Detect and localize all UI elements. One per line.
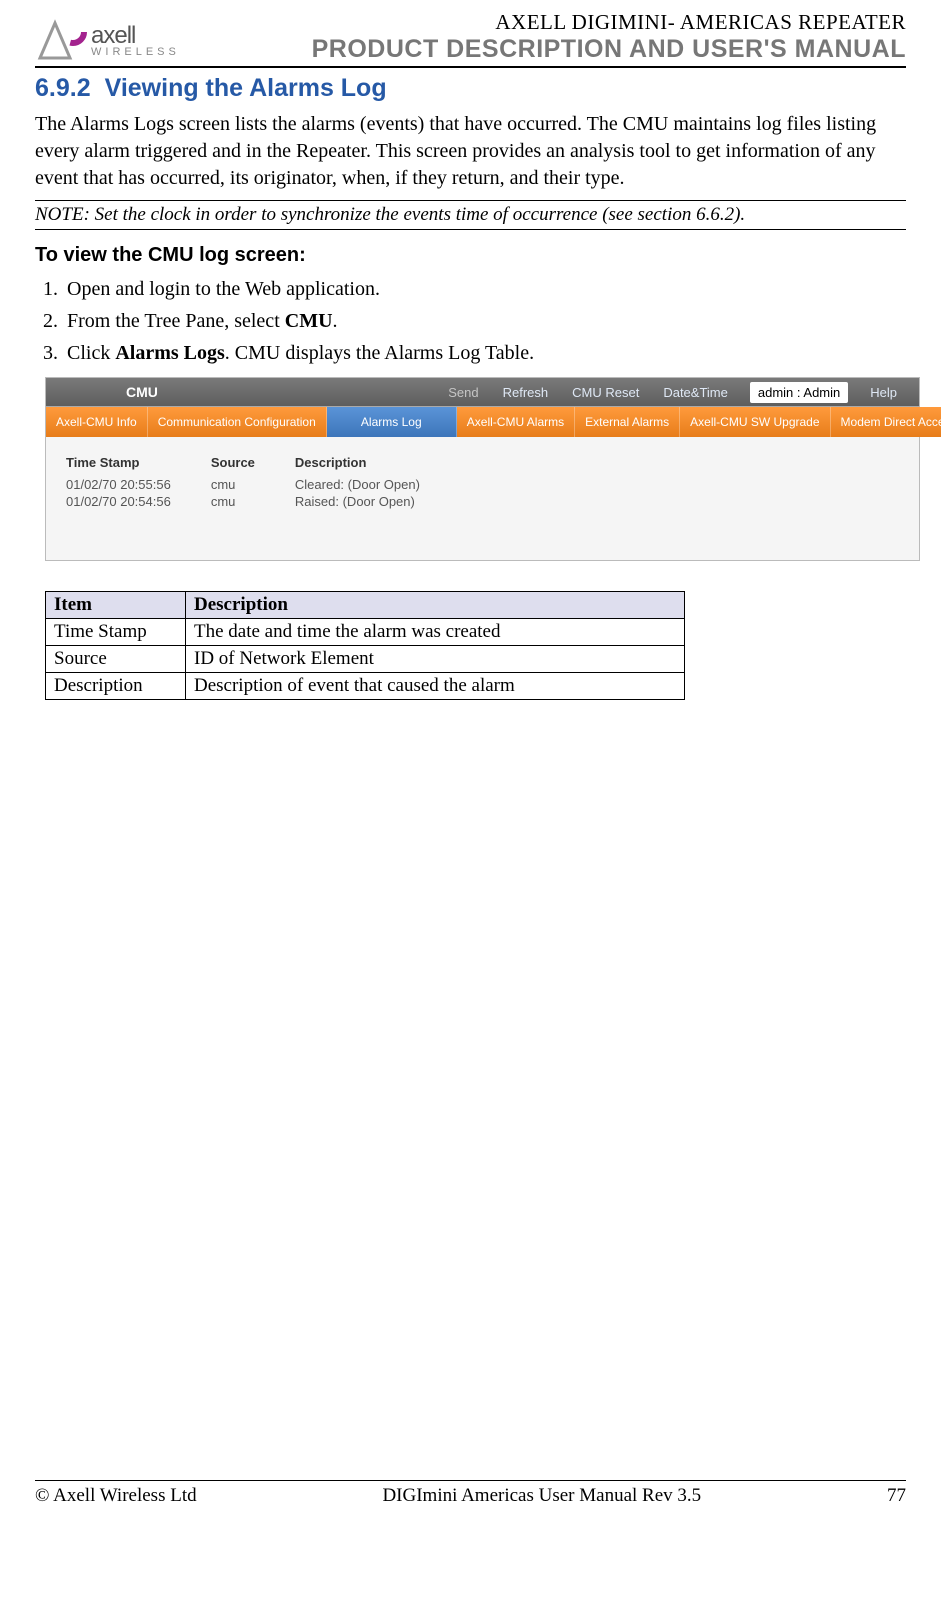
doc-supertitle: AXELL DIGIMINI- AMERICAS REPEATER <box>200 10 906 35</box>
shot-topbar: CMU Send Refresh CMU Reset Date&Time adm… <box>46 378 919 406</box>
col-source: Source <box>211 453 295 476</box>
alarms-table: Time Stamp Source Description 01/02/70 2… <box>66 453 460 510</box>
tab-comm-config[interactable]: Communication Configuration <box>148 407 327 437</box>
section-heading: 6.9.2 Viewing the Alarms Log <box>35 74 906 103</box>
shot-body: Time Stamp Source Description 01/02/70 2… <box>46 437 919 560</box>
logo: axell WIRELESS <box>35 18 180 64</box>
col-description: Description <box>295 453 460 476</box>
tab-alarms-log[interactable]: Alarms Log <box>327 407 457 437</box>
shot-tabs: Axell-CMU Info Communication Configurati… <box>46 406 919 437</box>
table-row: Time Stamp The date and time the alarm w… <box>46 619 685 646</box>
topbar-user: admin : Admin <box>750 382 848 403</box>
topbar-link-refresh[interactable]: Refresh <box>503 385 549 400</box>
section-intro: The Alarms Logs screen lists the alarms … <box>35 111 906 192</box>
step-item: Click Alarms Logs. CMU displays the Alar… <box>63 339 906 367</box>
logo-subtext: WIRELESS <box>91 46 180 58</box>
footer-right: 77 <box>887 1485 906 1507</box>
tab-external-alarms[interactable]: External Alarms <box>575 407 680 437</box>
topbar-link-send[interactable]: Send <box>448 385 478 400</box>
header-rule <box>35 66 906 68</box>
tab-sw-upgrade[interactable]: Axell-CMU SW Upgrade <box>680 407 830 437</box>
embedded-screenshot: CMU Send Refresh CMU Reset Date&Time adm… <box>45 377 920 561</box>
tab-cmu-alarms[interactable]: Axell-CMU Alarms <box>457 407 575 437</box>
description-table: Item Description Time Stamp The date and… <box>45 591 685 700</box>
section-title: Viewing the Alarms Log <box>105 74 387 102</box>
topbar-link-datetime[interactable]: Date&Time <box>663 385 728 400</box>
table-row: 01/02/70 20:55:56 cmu Cleared: (Door Ope… <box>66 476 460 493</box>
logo-icon <box>35 18 89 64</box>
footer-left: © Axell Wireless Ltd <box>35 1485 197 1507</box>
step-item: From the Tree Pane, select CMU. <box>63 307 906 335</box>
steps-list: Open and login to the Web application. F… <box>35 275 906 367</box>
col-timestamp: Time Stamp <box>66 453 211 476</box>
topbar-link-reset[interactable]: CMU Reset <box>572 385 639 400</box>
desc-header-item: Item <box>46 592 186 619</box>
section-number: 6.9.2 <box>35 74 91 102</box>
step-item: Open and login to the Web application. <box>63 275 906 303</box>
desc-header-description: Description <box>186 592 685 619</box>
note-box: NOTE: Set the clock in order to synchron… <box>35 200 906 230</box>
page-footer: © Axell Wireless Ltd DIGImini Americas U… <box>35 1480 906 1507</box>
footer-center: DIGImini Americas User Manual Rev 3.5 <box>382 1485 701 1507</box>
table-row: 01/02/70 20:54:56 cmu Raised: (Door Open… <box>66 493 460 510</box>
doc-subtitle: PRODUCT DESCRIPTION AND USER'S MANUAL <box>200 35 906 64</box>
tab-modem-access[interactable]: Modem Direct Access <box>831 407 941 437</box>
shot-title: CMU <box>126 384 158 400</box>
table-row: Source ID of Network Element <box>46 646 685 673</box>
tab-cmu-info[interactable]: Axell-CMU Info <box>46 407 148 437</box>
table-row: Description Description of event that ca… <box>46 673 685 700</box>
logo-text: axell <box>91 24 180 48</box>
topbar-link-help[interactable]: Help <box>870 385 897 400</box>
sub-heading: To view the CMU log screen: <box>35 244 906 267</box>
page-header: axell WIRELESS AXELL DIGIMINI- AMERICAS … <box>35 10 906 64</box>
